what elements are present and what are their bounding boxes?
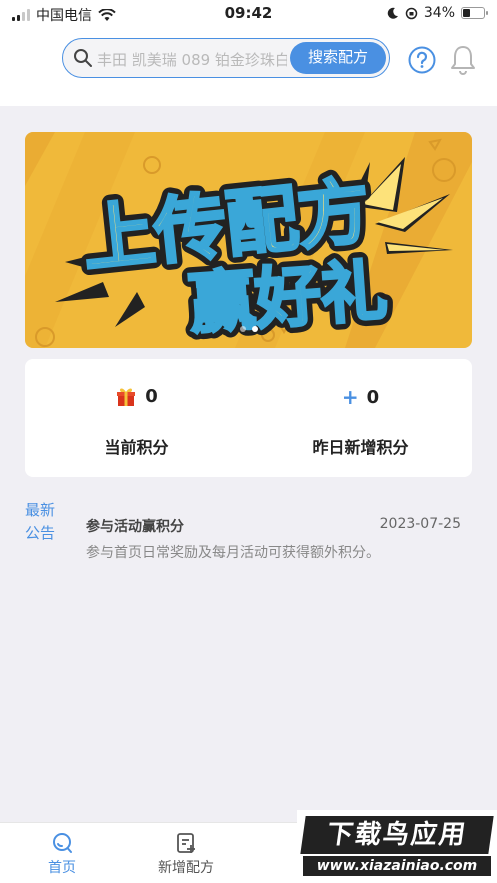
tab-home[interactable]: 首页 xyxy=(0,831,124,877)
search-button[interactable]: 搜索配方 xyxy=(290,42,386,74)
watermark: 下载鸟应用 www.xiazainiao.com xyxy=(297,810,497,880)
home-search-icon xyxy=(53,833,72,853)
battery-icon xyxy=(461,7,488,19)
points-card: 0 当前积分 + 0 昨日新增积分 xyxy=(25,359,472,477)
current-points-value: 0 xyxy=(145,385,158,407)
yesterday-points-value: 0 xyxy=(366,386,380,408)
question-circle-icon[interactable] xyxy=(408,46,436,74)
notice-tag-line1: 最新 xyxy=(25,501,56,519)
current-points-label: 当前积分 xyxy=(104,438,169,457)
tab-home-label: 首页 xyxy=(48,860,76,876)
search-icon xyxy=(74,49,92,67)
notice-tag: 最新 公告 xyxy=(25,499,61,545)
yesterday-points[interactable]: + 0 昨日新增积分 xyxy=(249,359,472,477)
promo-banner[interactable]: 上传配方 上传配方 赢好礼 赢好礼 xyxy=(25,132,472,348)
carousel-dots[interactable] xyxy=(25,326,472,332)
search-bar[interactable]: 丰田 凯美瑞 089 铂金珍珠白 搜索配方 xyxy=(62,38,390,78)
plus-icon: + xyxy=(341,385,359,409)
bell-icon[interactable] xyxy=(450,44,476,76)
yesterday-points-label: 昨日新增积分 xyxy=(312,438,409,457)
battery-percent: 34% xyxy=(423,5,455,21)
tab-add-formula-label: 新增配方 xyxy=(158,860,214,876)
current-points[interactable]: 0 当前积分 xyxy=(25,359,248,477)
notice-tag-line2: 公告 xyxy=(25,524,56,542)
gift-icon xyxy=(117,388,136,406)
search-input[interactable]: 丰田 凯美瑞 089 铂金珍珠白 xyxy=(97,49,287,69)
add-formula-icon xyxy=(177,833,195,853)
tab-add-formula[interactable]: 新增配方 xyxy=(124,831,248,877)
orientation-lock-icon xyxy=(405,7,418,19)
carousel-dot[interactable] xyxy=(239,326,246,332)
watermark-url: www.xiazainiao.com xyxy=(303,856,491,876)
notice-body[interactable]: 参与首页日常奖励及每月活动可获得额外积分。 xyxy=(86,542,380,562)
watermark-title: 下载鸟应用 xyxy=(300,816,494,854)
moon-icon xyxy=(387,7,398,19)
notice-date: 2023-07-25 xyxy=(379,516,461,532)
status-right: 34% xyxy=(387,5,488,21)
carousel-dot-active[interactable] xyxy=(251,326,258,332)
banner-art: 上传配方 上传配方 赢好礼 赢好礼 xyxy=(25,132,472,348)
notice-title[interactable]: 参与活动赢积分 xyxy=(86,516,184,536)
header: 丰田 凯美瑞 089 铂金珍珠白 搜索配方 xyxy=(0,28,497,106)
status-bar: 中国电信 09:42 34% xyxy=(0,0,497,28)
